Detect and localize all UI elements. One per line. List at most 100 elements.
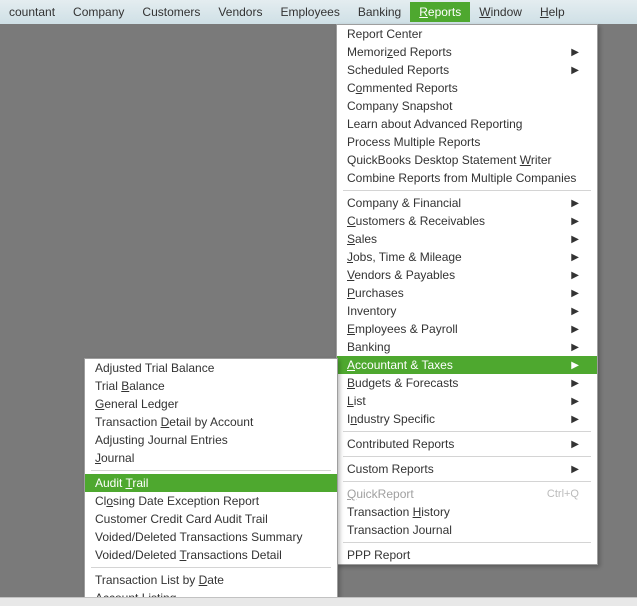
reports-item-jobs-time-mileage[interactable]: Jobs, Time & Mileage ▶ (337, 248, 597, 266)
submenu-arrow-icon: ▶ (571, 47, 579, 58)
menu-item-label: QuickReport (347, 487, 517, 501)
reports-item-contributed-reports[interactable]: Contributed Reports ▶ (337, 435, 597, 453)
menu-item-label: Combine Reports from Multiple Companies (347, 171, 579, 185)
menu-item-label: List (347, 394, 551, 408)
acct-taxes-item-voided-deleted-transactions-summary[interactable]: Voided/Deleted Transactions Summary (85, 528, 337, 546)
submenu-arrow-icon: ▶ (571, 270, 579, 281)
menu-item-label: Accountant & Taxes (347, 358, 551, 372)
reports-item-transaction-history[interactable]: Transaction History (337, 503, 597, 521)
reports-item-memorized-reports[interactable]: Memorized Reports ▶ (337, 43, 597, 61)
menu-item-label: Adjusting Journal Entries (95, 433, 319, 447)
submenu-arrow-icon: ▶ (571, 65, 579, 76)
reports-item-vendors-payables[interactable]: Vendors & Payables ▶ (337, 266, 597, 284)
acct-taxes-item-adjusting-journal-entries[interactable]: Adjusting Journal Entries (85, 431, 337, 449)
acct-taxes-item-transaction-detail-by-account[interactable]: Transaction Detail by Account (85, 413, 337, 431)
acct-taxes-item-customer-credit-card-audit-trail[interactable]: Customer Credit Card Audit Trail (85, 510, 337, 528)
acct-taxes-separator (91, 567, 331, 568)
menu-employees[interactable]: Employees (271, 2, 348, 22)
menu-item-label: Employees & Payroll (347, 322, 551, 336)
reports-item-purchases[interactable]: Purchases▶ (337, 284, 597, 302)
menu-item-label: PPP Report (347, 548, 579, 562)
menu-item-label: Transaction List by Date (95, 573, 319, 587)
reports-item-list[interactable]: List ▶ (337, 392, 597, 410)
acct-taxes-item-voided-deleted-transactions-detail[interactable]: Voided/Deleted Transactions Detail (85, 546, 337, 564)
reports-item-report-center[interactable]: Report Center (337, 25, 597, 43)
menu-item-label: Memorized Reports (347, 45, 551, 59)
accountant-taxes-submenu: Adjusted Trial Balance Trial Balance Gener… (84, 358, 338, 600)
submenu-arrow-icon: ▶ (571, 464, 579, 475)
reports-item-transaction-journal[interactable]: Transaction Journal (337, 521, 597, 539)
menu-item-label: General Ledger (95, 397, 319, 411)
reports-item-sales[interactable]: Sales▶ (337, 230, 597, 248)
menu-customers[interactable]: Customers (133, 2, 209, 22)
acct-taxes-item-closing-date-exception-report[interactable]: Closing Date Exception Report (85, 492, 337, 510)
menu-item-label: QuickBooks Desktop Statement Writer (347, 153, 579, 167)
menu-window[interactable]: Window (470, 2, 531, 22)
reports-item-scheduled-reports[interactable]: Scheduled Reports▶ (337, 61, 597, 79)
acct-taxes-item-general-ledger[interactable]: General Ledger (85, 395, 337, 413)
reports-item-company-snapshot[interactable]: Company Snapshot (337, 97, 597, 115)
menu-help[interactable]: Help (531, 2, 574, 22)
menu-item-label: Contributed Reports (347, 437, 551, 451)
reports-item-accountant-taxes[interactable]: Accountant & Taxes ▶ (337, 356, 597, 374)
reports-item-quickreport: QuickReport Ctrl+Q (337, 485, 597, 503)
reports-item-combine-reports-from-multiple-companies[interactable]: Combine Reports from Multiple Companies (337, 169, 597, 187)
submenu-arrow-icon: ▶ (571, 216, 579, 227)
submenu-arrow-icon: ▶ (571, 396, 579, 407)
menubar: countantCompanyCustomersVendorsEmployees… (0, 0, 637, 25)
reports-item-banking[interactable]: Banking▶ (337, 338, 597, 356)
menu-item-label: Adjusted Trial Balance (95, 361, 319, 375)
menu-item-label: Jobs, Time & Mileage (347, 250, 551, 264)
reports-item-employees-payroll[interactable]: Employees & Payroll ▶ (337, 320, 597, 338)
menu-item-label: Industry Specific (347, 412, 551, 426)
menu-item-label: Vendors & Payables (347, 268, 551, 282)
reports-item-ppp-report[interactable]: PPP Report (337, 546, 597, 564)
reports-item-inventory[interactable]: Inventory ▶ (337, 302, 597, 320)
reports-separator (343, 542, 591, 543)
submenu-arrow-icon: ▶ (571, 360, 579, 371)
menu-reports[interactable]: Reports (410, 2, 470, 22)
acct-taxes-item-trial-balance[interactable]: Trial Balance (85, 377, 337, 395)
menu-item-label: Journal (95, 451, 319, 465)
menu-item-label: Audit Trail (95, 476, 319, 490)
submenu-arrow-icon: ▶ (571, 288, 579, 299)
reports-item-quickbooks-desktop-statement-writer[interactable]: QuickBooks Desktop Statement Writer (337, 151, 597, 169)
reports-item-learn-about-advanced-reporting[interactable]: Learn about Advanced Reporting (337, 115, 597, 133)
submenu-arrow-icon: ▶ (571, 306, 579, 317)
reports-item-process-multiple-reports[interactable]: Process Multiple Reports (337, 133, 597, 151)
reports-separator (343, 481, 591, 482)
reports-item-commented-reports[interactable]: Commented Reports (337, 79, 597, 97)
acct-taxes-item-adjusted-trial-balance[interactable]: Adjusted Trial Balance (85, 359, 337, 377)
acct-taxes-item-transaction-list-by-date[interactable]: Transaction List by Date (85, 571, 337, 589)
menu-vendors[interactable]: Vendors (209, 2, 271, 22)
submenu-arrow-icon: ▶ (571, 439, 579, 450)
reports-item-customers-receivables[interactable]: Customers & Receivables▶ (337, 212, 597, 230)
acct-taxes-item-journal[interactable]: Journal (85, 449, 337, 467)
submenu-arrow-icon: ▶ (571, 324, 579, 335)
menu-item-label: Budgets & Forecasts (347, 376, 551, 390)
submenu-arrow-icon: ▶ (571, 378, 579, 389)
menu-item-label: Learn about Advanced Reporting (347, 117, 579, 131)
submenu-arrow-icon: ▶ (571, 252, 579, 263)
menu-banking[interactable]: Banking (349, 2, 410, 22)
reports-dropdown-menu: Report CenterMemorized Reports▶Scheduled… (336, 24, 598, 565)
reports-item-company-financial[interactable]: Company & Financial▶ (337, 194, 597, 212)
reports-item-custom-reports[interactable]: Custom Reports ▶ (337, 460, 597, 478)
menu-item-label: Report Center (347, 27, 579, 41)
menu-countant[interactable]: countant (0, 2, 64, 22)
menu-item-label: Transaction Journal (347, 523, 579, 537)
submenu-arrow-icon: ▶ (571, 342, 579, 353)
shortcut-text: Ctrl+Q (547, 488, 579, 500)
menu-item-label: Closing Date Exception Report (95, 494, 319, 508)
submenu-arrow-icon: ▶ (571, 414, 579, 425)
reports-item-industry-specific[interactable]: Industry Specific ▶ (337, 410, 597, 428)
menu-item-label: Company & Financial (347, 196, 551, 210)
acct-taxes-item-audit-trail[interactable]: Audit Trail (85, 474, 337, 492)
menu-item-label: Transaction History (347, 505, 579, 519)
status-strip (0, 597, 637, 606)
menu-company[interactable]: Company (64, 2, 133, 22)
menu-item-label: Custom Reports (347, 462, 551, 476)
reports-item-budgets-forecasts[interactable]: Budgets & Forecasts ▶ (337, 374, 597, 392)
menu-item-label: Inventory (347, 304, 551, 318)
reports-separator (343, 456, 591, 457)
